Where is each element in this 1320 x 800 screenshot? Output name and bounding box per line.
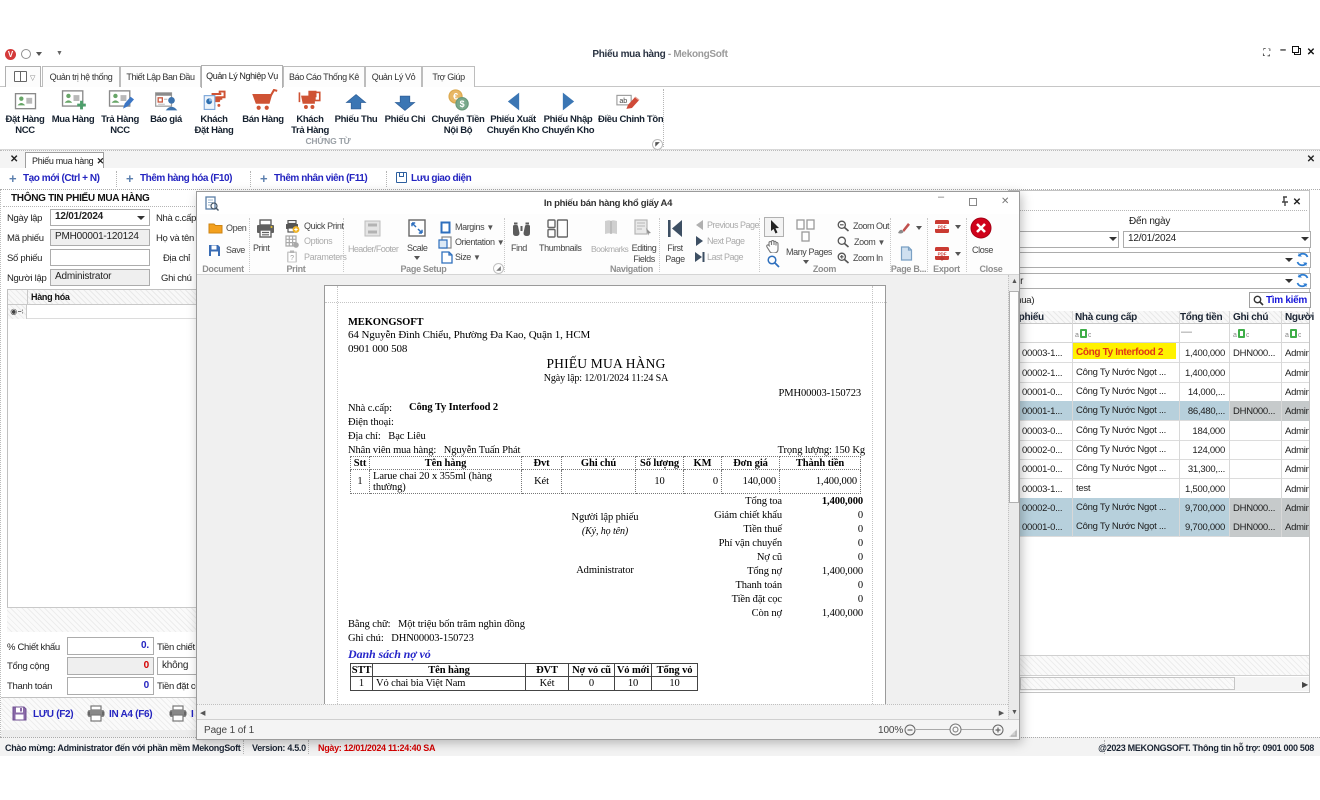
svg-text:ab: ab	[619, 97, 627, 105]
svg-text:a: a	[1233, 332, 1237, 338]
svg-text:$: $	[460, 99, 465, 109]
svg-text:c: c	[1298, 332, 1301, 338]
svg-text:PDF: PDF	[938, 224, 947, 229]
svg-text:?: ?	[290, 255, 294, 262]
svg-text:c: c	[1088, 332, 1091, 338]
svg-text:a: a	[1285, 332, 1289, 338]
svg-text:a: a	[1075, 332, 1079, 338]
svg-text:PDF: PDF	[938, 251, 947, 256]
svg-text:c: c	[1246, 332, 1249, 338]
